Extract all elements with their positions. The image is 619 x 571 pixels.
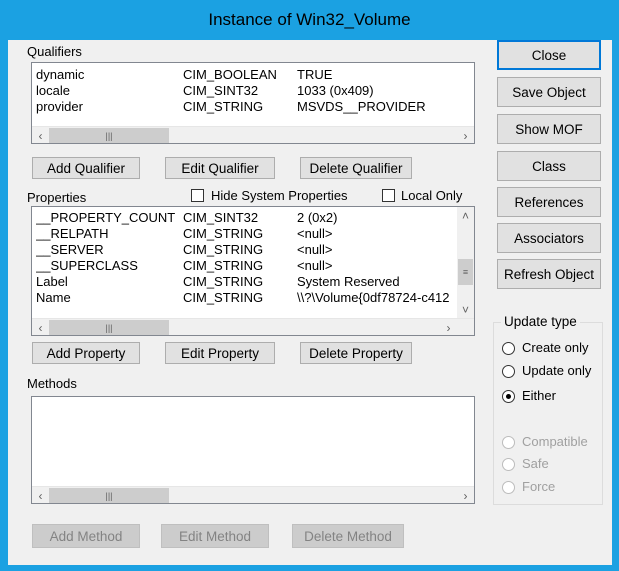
property-value: \\?\Volume{0df78724-c412 <box>297 290 450 305</box>
scroll-thumb[interactable]: ||| <box>49 488 169 503</box>
methods-hscrollbar[interactable]: ‹ ||| › <box>32 486 474 503</box>
qualifier-value: 1033 (0x409) <box>297 83 374 98</box>
scroll-thumb[interactable]: ||| <box>49 320 169 335</box>
update-only-label: Update only <box>522 363 592 378</box>
scroll-right-icon[interactable]: › <box>440 319 457 335</box>
qualifiers-label: Qualifiers <box>27 44 82 59</box>
scroll-right-icon[interactable]: › <box>457 127 474 143</box>
scroll-thumb[interactable]: ||| <box>49 128 169 143</box>
local-only-label: Local Only <box>401 188 463 203</box>
create-only-label: Create only <box>522 340 589 355</box>
property-value: <null> <box>297 242 333 257</box>
either-radio[interactable] <box>502 390 515 403</box>
property-value: <null> <box>297 226 333 241</box>
scroll-left-icon[interactable]: ‹ <box>32 127 49 143</box>
scroll-left-icon[interactable]: ‹ <box>32 319 49 335</box>
scroll-left-icon[interactable]: ‹ <box>32 487 49 503</box>
property-value: System Reserved <box>297 274 400 289</box>
qualifier-type: CIM_SINT32 <box>183 83 259 98</box>
show-mof-button[interactable]: Show MOF <box>497 114 601 144</box>
qualifier-value: MSVDS__PROVIDER <box>297 99 426 114</box>
property-type: CIM_STRING <box>183 258 264 273</box>
methods-label: Methods <box>27 376 77 391</box>
properties-hscrollbar[interactable]: ‹ ||| › <box>32 318 474 335</box>
safe-label: Safe <box>522 456 549 471</box>
qualifier-value: TRUE <box>297 67 333 82</box>
force-label: Force <box>522 479 556 494</box>
edit-property-button[interactable]: Edit Property <box>165 342 275 364</box>
list-item[interactable]: Name CIM_STRING \\?\Volume{0df78724-c412 <box>36 290 456 306</box>
update-type-title: Update type <box>501 314 580 329</box>
scroll-down-icon[interactable]: ˅ <box>457 301 474 318</box>
safe-radio[interactable] <box>502 458 515 471</box>
scroll-right-icon[interactable]: › <box>457 487 474 503</box>
qualifier-name: provider <box>36 99 83 114</box>
property-name: Label <box>36 274 68 289</box>
compatible-label: Compatible <box>522 434 588 449</box>
window-title: Instance of Win32_Volume <box>208 10 411 29</box>
property-name: __SERVER <box>36 242 104 257</box>
either-label: Either <box>522 388 556 403</box>
properties-vscrollbar[interactable]: ˄ ≡ ˅ <box>457 207 474 318</box>
qualifier-type: CIM_STRING <box>183 99 264 114</box>
property-name: __RELPATH <box>36 226 109 241</box>
properties-label: Properties <box>27 190 87 205</box>
force-radio[interactable] <box>502 481 515 494</box>
save-object-button[interactable]: Save Object <box>497 77 601 107</box>
properties-list[interactable]: __PROPERTY_COUNT CIM_SINT32 2 (0x2) __RE… <box>31 206 475 336</box>
property-value: <null> <box>297 258 333 273</box>
delete-property-button[interactable]: Delete Property <box>300 342 412 364</box>
scroll-up-icon[interactable]: ˄ <box>457 207 474 224</box>
radio-selected-dot <box>506 394 511 399</box>
qualifiers-list[interactable]: dynamic CIM_BOOLEAN TRUE locale CIM_SINT… <box>31 62 475 144</box>
references-button[interactable]: References <box>497 187 601 217</box>
property-name: __SUPERCLASS <box>36 258 138 273</box>
property-type: CIM_SINT32 <box>183 210 259 225</box>
window-frame: Instance of Win32_Volume Qualifiers dyna… <box>0 0 619 571</box>
add-qualifier-button[interactable]: Add Qualifier <box>32 157 140 179</box>
qualifier-name: dynamic <box>36 67 85 82</box>
close-button[interactable]: Close <box>497 40 601 70</box>
create-only-radio[interactable] <box>502 342 515 355</box>
property-type: CIM_STRING <box>183 226 264 241</box>
property-name: Name <box>36 290 71 305</box>
refresh-object-button[interactable]: Refresh Object <box>497 259 601 289</box>
qualifier-type: CIM_BOOLEAN <box>183 67 277 82</box>
property-type: CIM_STRING <box>183 242 264 257</box>
property-name: __PROPERTY_COUNT <box>36 210 176 225</box>
delete-method-button[interactable]: Delete Method <box>292 524 404 548</box>
scroll-thumb[interactable]: ≡ <box>458 259 473 285</box>
associators-button[interactable]: Associators <box>497 223 601 253</box>
property-type: CIM_STRING <box>183 290 264 305</box>
property-value: 2 (0x2) <box>297 210 338 225</box>
edit-qualifier-button[interactable]: Edit Qualifier <box>165 157 275 179</box>
class-button[interactable]: Class <box>497 151 601 181</box>
qualifiers-hscrollbar[interactable]: ‹ ||| › <box>32 126 474 143</box>
hide-system-properties-label: Hide System Properties <box>211 188 348 203</box>
add-method-button[interactable]: Add Method <box>32 524 140 548</box>
qualifier-name: locale <box>36 83 70 98</box>
compatible-radio[interactable] <box>502 436 515 449</box>
update-only-radio[interactable] <box>502 365 515 378</box>
local-only-checkbox[interactable] <box>382 189 395 202</box>
methods-list[interactable]: ‹ ||| › <box>31 396 475 504</box>
edit-method-button[interactable]: Edit Method <box>161 524 269 548</box>
delete-qualifier-button[interactable]: Delete Qualifier <box>300 157 412 179</box>
dialog-client: Qualifiers dynamic CIM_BOOLEAN TRUE loca… <box>8 40 612 565</box>
hide-system-properties-checkbox[interactable] <box>191 189 204 202</box>
add-property-button[interactable]: Add Property <box>32 342 140 364</box>
property-type: CIM_STRING <box>183 274 264 289</box>
